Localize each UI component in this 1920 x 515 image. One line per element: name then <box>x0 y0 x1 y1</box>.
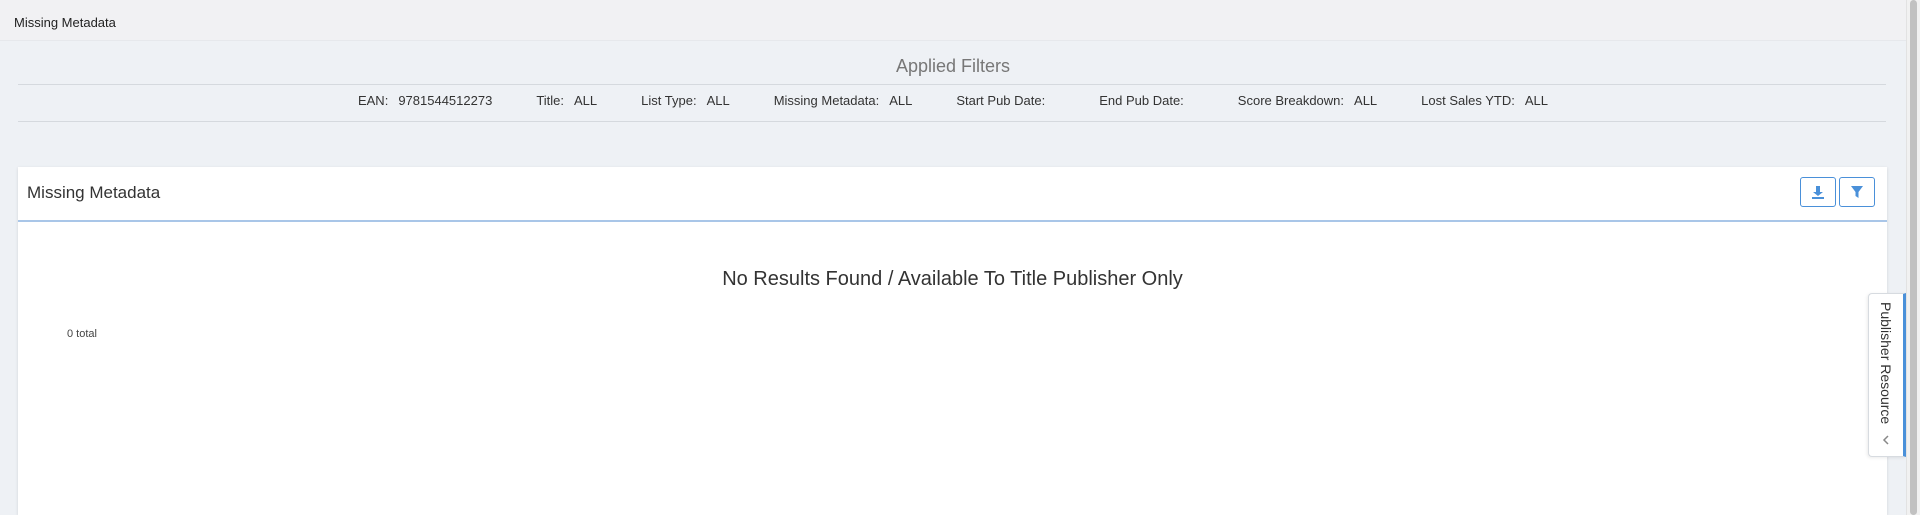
top-bar: Missing Metadata <box>0 0 1906 41</box>
filters-divider-bottom <box>18 121 1886 122</box>
download-button[interactable] <box>1800 177 1836 207</box>
filters-divider-top <box>18 84 1886 85</box>
filter-end-pub-date: End Pub Date: <box>1099 93 1194 108</box>
no-results-message: No Results Found / Available To Title Pu… <box>722 268 1183 290</box>
filter-button[interactable] <box>1839 177 1875 207</box>
filter-value: ALL <box>889 93 913 108</box>
filter-label: Score Breakdown: <box>1237 93 1345 108</box>
filter-title: Title: ALL <box>536 93 597 108</box>
filter-value: 9781544512273 <box>398 93 493 108</box>
filter-icon <box>1851 186 1863 198</box>
filter-label: List Type: <box>641 93 697 108</box>
filter-label: Start Pub Date: <box>956 93 1046 108</box>
panel-title: Missing Metadata <box>27 183 161 202</box>
filter-lost-sales-ytd: Lost Sales YTD: ALL <box>1421 93 1548 108</box>
filter-ean: EAN: 9781544512273 <box>358 93 492 108</box>
download-icon <box>1812 186 1824 199</box>
missing-metadata-panel: Missing Metadata No Results Found / Avai… <box>18 167 1887 515</box>
filter-list-type: List Type: ALL <box>641 93 730 108</box>
filter-value: ALL <box>1524 93 1549 108</box>
filter-label: Title: <box>536 93 565 108</box>
panel-header: Missing Metadata <box>18 167 1887 222</box>
filter-missing-metadata: Missing Metadata: ALL <box>774 93 913 108</box>
filter-value: ALL <box>1354 93 1378 108</box>
publisher-resource-tab[interactable]: Publisher Resource <box>1868 293 1906 457</box>
filter-start-pub-date: Start Pub Date: <box>956 93 1055 108</box>
filter-score-breakdown: Score Breakdown: ALL <box>1238 93 1377 108</box>
chevron-left-icon <box>1882 435 1889 445</box>
breadcrumb: Missing Metadata <box>14 15 116 30</box>
vertical-scrollbar[interactable] <box>1906 0 1920 515</box>
total-count: 0 total <box>67 328 97 340</box>
filter-label: EAN: <box>357 93 389 108</box>
filter-value: ALL <box>706 93 730 108</box>
applied-filters-row: EAN: 9781544512273 Title: ALL List Type:… <box>0 93 1906 108</box>
applied-filters-title: Applied Filters <box>895 56 1011 76</box>
filter-label: Missing Metadata: <box>773 93 880 108</box>
filter-value: ALL <box>574 93 598 108</box>
filter-label: Lost Sales YTD: <box>1421 93 1515 108</box>
scrollbar-thumb[interactable] <box>1910 0 1917 515</box>
publisher-resource-label: Publisher Resource <box>1878 302 1894 425</box>
filter-label: End Pub Date: <box>1099 93 1184 108</box>
